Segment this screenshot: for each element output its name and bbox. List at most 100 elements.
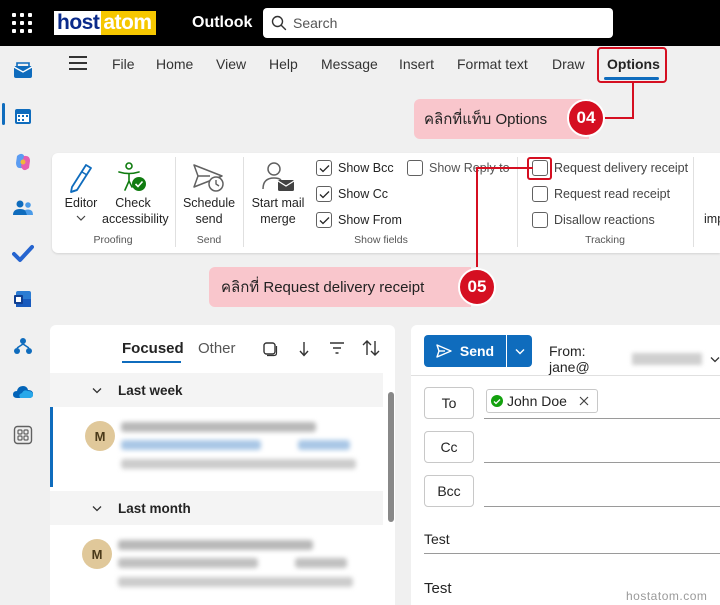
tab-insert[interactable]: Insert (399, 56, 434, 72)
tab-format-text[interactable]: Format text (457, 56, 528, 72)
check-accessibility-button[interactable]: Check accessibility (102, 161, 169, 227)
options-tab-highlight (597, 47, 667, 83)
rail-calendar[interactable] (11, 104, 35, 128)
subject-field[interactable]: Test (424, 531, 450, 547)
select-mode-icon[interactable] (262, 341, 278, 357)
cc-field-underline (484, 462, 720, 463)
callout-05-badge: 05 (458, 268, 496, 306)
app-launcher-icon[interactable] (12, 13, 32, 33)
bcc-button[interactable]: Bcc (424, 475, 474, 507)
rail-word[interactable] (11, 287, 35, 311)
remove-recipient-icon[interactable] (579, 396, 589, 406)
mail-icon (13, 62, 33, 78)
org-icon (14, 338, 32, 354)
watermark: hostatom.com (626, 589, 708, 603)
tab-focused[interactable]: Focused (122, 340, 184, 357)
check-label-line1: Check (115, 196, 151, 210)
group-send-label: Send (196, 234, 222, 246)
editor-button[interactable]: Editor (62, 161, 100, 222)
send-button[interactable]: Send (424, 335, 506, 367)
callout-04-connector-vertical (632, 83, 634, 119)
tab-home[interactable]: Home (156, 56, 193, 72)
message-list-pane: Focused Other Last week M Last month M (50, 325, 395, 605)
section-label: Last month (118, 500, 191, 516)
tab-draw[interactable]: Draw (552, 56, 585, 72)
rail-todo[interactable] (11, 241, 35, 265)
show-reply-to-checkbox[interactable] (407, 160, 423, 176)
callout-04-connector-horizontal (600, 117, 634, 119)
disallow-reactions-label: Disallow reactions (554, 213, 655, 227)
redacted-sender (121, 422, 316, 432)
section-header-last-week[interactable]: Last week (50, 373, 383, 407)
callout-05-connector-vertical (476, 167, 478, 267)
show-from-checkbox[interactable] (316, 212, 332, 228)
show-bcc-checkbox[interactable] (316, 160, 332, 176)
disallow-reactions-row[interactable]: Disallow reactions (532, 212, 655, 228)
callout-05-text: คลิกที่ Request delivery receipt (221, 279, 425, 296)
recipient-chip[interactable]: John Doe (486, 389, 598, 413)
message-body[interactable]: Test (424, 580, 452, 597)
app-title: Outlook (192, 14, 253, 31)
tab-other[interactable]: Other (198, 340, 236, 357)
schedule-send-icon (193, 164, 224, 192)
tab-message[interactable]: Message (321, 56, 378, 72)
section-label: Last week (118, 382, 183, 398)
search-box[interactable] (263, 8, 613, 38)
callout-05-connector-horizontal (476, 167, 531, 169)
cc-button[interactable]: Cc (424, 431, 474, 463)
truncated-ribbon-button[interactable]: imp (704, 211, 720, 227)
send-options-dropdown[interactable] (507, 335, 532, 367)
accessibility-icon (118, 162, 146, 191)
jump-to-icon[interactable] (297, 340, 311, 358)
filter-icon[interactable] (329, 341, 345, 355)
chevron-down-icon (76, 215, 86, 221)
show-bcc-checkbox-row[interactable]: Show Bcc (316, 160, 394, 176)
sort-icon[interactable] (361, 339, 381, 357)
hamburger-menu-icon[interactable] (69, 56, 87, 70)
list-item[interactable]: M (50, 407, 383, 487)
word-icon (14, 291, 31, 307)
rail-copilot[interactable] (11, 150, 35, 174)
bcc-field-underline (484, 506, 720, 507)
rail-more-apps[interactable] (11, 423, 35, 447)
section-header-last-month[interactable]: Last month (50, 491, 383, 525)
tab-file[interactable]: File (112, 56, 135, 72)
checkmark-icon (319, 216, 329, 224)
callout-04-badge: 04 (567, 99, 605, 137)
mail-merge-icon (262, 162, 295, 191)
show-bcc-label: Show Bcc (338, 161, 394, 175)
from-selector[interactable]: From: jane@ (549, 343, 720, 375)
group-show-fields-label: Show fields (354, 234, 408, 246)
schedule-send-button[interactable]: Schedule send (182, 161, 236, 227)
rail-org[interactable] (11, 334, 35, 358)
show-from-checkbox-row[interactable]: Show From (316, 212, 402, 228)
rail-mail[interactable] (11, 58, 35, 82)
request-read-receipt-row[interactable]: Request read receipt (532, 186, 670, 202)
tab-view[interactable]: View (216, 56, 246, 72)
list-item[interactable]: M (50, 525, 383, 605)
send-label: Send (459, 343, 495, 359)
search-input[interactable] (293, 15, 593, 31)
group-tracking-label: Tracking (585, 234, 625, 246)
chevron-down-icon (92, 505, 102, 511)
top-bar: host atom Outlook (0, 0, 720, 46)
to-button[interactable]: To (424, 387, 474, 419)
show-cc-checkbox-row[interactable]: Show Cc (316, 186, 388, 202)
search-icon (271, 15, 287, 31)
request-delivery-receipt-row[interactable]: Request delivery receipt (532, 160, 688, 176)
tab-help[interactable]: Help (269, 56, 298, 72)
schedule-label-line1: Schedule (182, 196, 236, 210)
editor-label: Editor (64, 196, 98, 210)
list-scrollbar[interactable] (388, 392, 394, 522)
rail-onedrive[interactable] (11, 380, 35, 404)
todo-icon (12, 245, 34, 262)
chevron-down-icon (92, 387, 102, 393)
rail-people[interactable] (11, 196, 35, 220)
redacted-subject (121, 440, 261, 450)
compose-header-divider (411, 375, 720, 376)
disallow-reactions-checkbox[interactable] (532, 212, 548, 228)
request-read-receipt-checkbox[interactable] (532, 186, 548, 202)
recipient-name: John Doe (507, 393, 567, 409)
start-mail-merge-button[interactable]: Start mail merge (250, 161, 306, 227)
show-cc-checkbox[interactable] (316, 186, 332, 202)
